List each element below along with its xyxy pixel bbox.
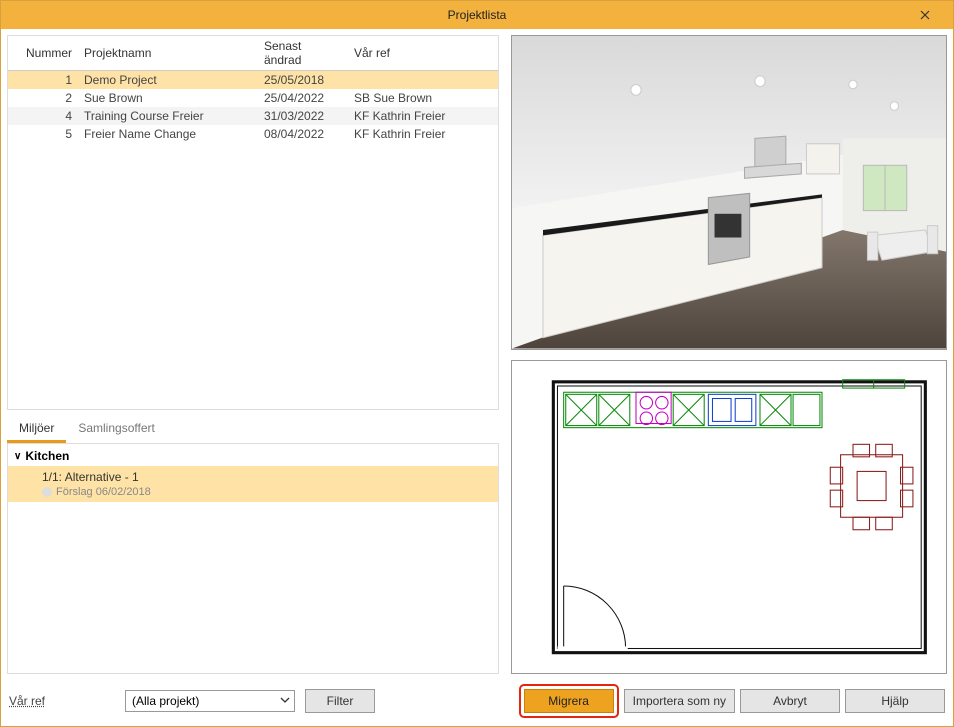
tab-environments[interactable]: Miljöer	[7, 416, 66, 443]
project-list-window: Projektlista Nummer Projektnamn Senast ä…	[0, 0, 954, 727]
tabs: Miljöer Samlingsoffert	[7, 416, 499, 444]
tree-alternative[interactable]: 1/1: Alternative - 1 Förslag 06/02/2018	[8, 466, 498, 502]
highlight-ring: Migrera	[519, 684, 619, 718]
tree-node-label: Kitchen	[25, 449, 69, 463]
chevron-down-icon: ∨	[14, 451, 21, 462]
preview-3d	[511, 35, 947, 350]
col-header-number[interactable]: Nummer	[8, 36, 78, 71]
migrate-button[interactable]: Migrera	[524, 689, 614, 713]
table-row[interactable]: 4 Training Course Freier 31/03/2022 KF K…	[8, 107, 498, 125]
tree-node-kitchen[interactable]: ∨ Kitchen	[8, 446, 498, 466]
titlebar: Projektlista	[1, 1, 953, 29]
our-ref-label: Vår ref	[9, 694, 45, 708]
alternative-status: Förslag 06/02/2018	[56, 486, 151, 498]
preview-plan	[511, 360, 947, 675]
tab-collected-quote[interactable]: Samlingsoffert	[66, 416, 166, 443]
help-button[interactable]: Hjälp	[845, 689, 945, 713]
col-header-lastchanged[interactable]: Senast ändrad	[258, 36, 348, 71]
close-button[interactable]	[905, 5, 945, 25]
project-filter-select[interactable]: (Alla projekt)	[125, 690, 295, 712]
environment-tree: ∨ Kitchen 1/1: Alternative - 1 Förslag 0…	[7, 444, 499, 674]
col-header-ourref[interactable]: Vår ref	[348, 36, 498, 71]
project-table[interactable]: Nummer Projektnamn Senast ändrad Vår ref…	[7, 35, 499, 410]
alternative-title: 1/1: Alternative - 1	[42, 470, 492, 484]
table-row[interactable]: 5 Freier Name Change 08/04/2022 KF Kathr…	[8, 125, 498, 143]
table-row[interactable]: 1 Demo Project 25/05/2018	[8, 71, 498, 90]
status-dot-icon	[42, 487, 52, 497]
footer-bar: Vår ref (Alla projekt) Filter Migrera Im…	[7, 680, 947, 720]
cancel-button[interactable]: Avbryt	[740, 689, 840, 713]
filter-button[interactable]: Filter	[305, 689, 375, 713]
window-title: Projektlista	[448, 8, 507, 22]
import-as-new-button[interactable]: Importera som ny	[624, 689, 735, 713]
col-header-projectname[interactable]: Projektnamn	[78, 36, 258, 71]
table-row[interactable]: 2 Sue Brown 25/04/2022 SB Sue Brown	[8, 89, 498, 107]
